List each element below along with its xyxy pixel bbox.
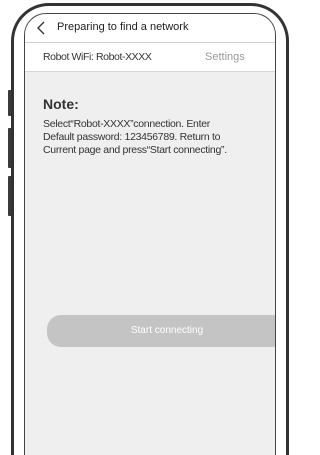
start-connecting-button[interactable]: Start connecting (47, 315, 275, 347)
note-body: Select“Robot-XXXX”connection. Enter Defa… (43, 118, 271, 157)
note-heading: Note: (43, 96, 79, 112)
chevron-left-icon[interactable] (35, 20, 49, 36)
note-line: Current page and press“Start connecting”… (43, 144, 227, 156)
phone-screen: Preparing to find a network Robot WiFi: … (24, 13, 276, 455)
note-line: Default password: 123456789. Return to (43, 131, 221, 143)
phone-frame: Preparing to find a network Robot WiFi: … (11, 3, 289, 455)
page-title: Preparing to find a network (57, 21, 189, 33)
start-connecting-label: Start connecting (130, 325, 204, 336)
robot-wifi-label: Robot WiFi: Robot-XXXX (43, 51, 152, 63)
settings-link[interactable]: Settings (205, 51, 245, 63)
title-bar: Preparing to find a network (25, 14, 275, 43)
stage: Preparing to find a network Robot WiFi: … (0, 0, 293, 455)
wifi-row: Robot WiFi: Robot-XXXX Settings (25, 43, 275, 72)
note-line: Select“Robot-XXXX”connection. Enter (43, 118, 210, 130)
